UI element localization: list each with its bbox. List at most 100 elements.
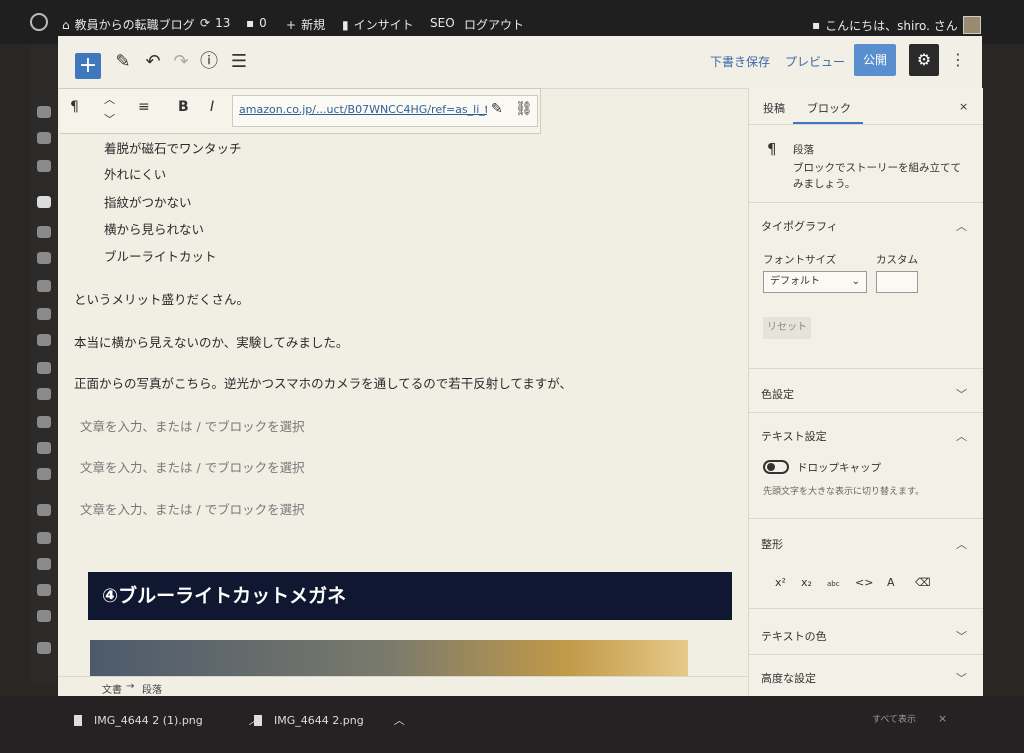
color-settings-toggle[interactable]: 色設定 <box>761 386 794 402</box>
edit-link-icon[interactable]: ✎ <box>491 101 503 117</box>
bold-button[interactable]: B <box>178 99 189 115</box>
text-settings-toggle[interactable]: テキスト設定 <box>761 428 827 444</box>
updates-link[interactable]: ⟳ 13 <box>200 16 230 30</box>
move-down-icon[interactable]: ﹀ <box>104 111 115 127</box>
inline-code-button[interactable]: <> <box>855 576 873 589</box>
strikethrough-button[interactable]: abc <box>827 580 840 588</box>
superscript-button[interactable]: x² <box>775 576 786 589</box>
unlink-icon[interactable]: ⛓ <box>515 101 533 117</box>
chevron-up-icon[interactable]: ︿ <box>956 428 967 444</box>
list-item[interactable]: 横から見られない <box>104 219 204 238</box>
italic-button[interactable]: I <box>210 99 214 115</box>
list-item[interactable]: 着脱が磁石でワンタッチ <box>104 138 242 157</box>
formatting-section-toggle[interactable]: 整形 <box>761 536 783 552</box>
list-item[interactable]: 外れにくい <box>104 164 166 183</box>
list-item[interactable]: ブルーライトカット <box>104 246 217 265</box>
chevron-down-icon[interactable]: ﹀ <box>956 670 967 686</box>
clear-format-button[interactable]: ⌫ <box>915 576 931 589</box>
more-options-icon[interactable]: ⋮ <box>950 50 966 69</box>
pages-menu-icon[interactable] <box>37 252 51 264</box>
comments-link[interactable]: ▪ 0 <box>246 16 267 30</box>
plugin-menu-icon[interactable] <box>37 160 51 172</box>
appearance-menu-icon[interactable] <box>37 504 51 516</box>
tools-menu-icon[interactable] <box>37 584 51 596</box>
settings2-menu-icon[interactable] <box>37 610 51 622</box>
advanced-section-toggle[interactable]: 高度な設定 <box>761 670 816 686</box>
paragraph-block[interactable]: 本当に横から見えないのか、実験してみました。 <box>74 332 348 351</box>
subscript-button[interactable]: x₂ <box>801 576 812 589</box>
show-all-button[interactable]: すべて表示 <box>872 712 916 725</box>
empty-paragraph-placeholder[interactable]: 文章を入力、または / でブロックを選択 <box>80 499 305 518</box>
tab-block[interactable]: ブロック <box>807 100 851 116</box>
tab-post[interactable]: 投稿 <box>763 100 785 116</box>
image-block[interactable] <box>90 640 688 680</box>
divider <box>749 518 983 519</box>
empty-paragraph-placeholder[interactable]: 文章を入力、または / でブロックを選択 <box>80 457 305 476</box>
code-menu-icon[interactable] <box>37 334 51 346</box>
table-menu-icon[interactable] <box>37 468 51 480</box>
undo-icon[interactable]: ↶ <box>140 49 166 75</box>
publish-button[interactable]: 公開 <box>854 44 896 76</box>
site-name-link[interactable]: ⌂ 教員からの転職ブログ <box>62 16 195 33</box>
gear-menu-icon[interactable] <box>37 388 51 400</box>
close-panel-icon[interactable]: × <box>959 100 968 113</box>
text-color-button[interactable]: A <box>887 576 895 589</box>
collapse-menu-icon[interactable] <box>37 642 51 654</box>
text-color-section-toggle[interactable]: テキストの色 <box>761 628 827 644</box>
breadcrumb-document[interactable]: 文書 <box>102 681 122 696</box>
breadcrumb-paragraph[interactable]: 段落 <box>142 681 162 696</box>
comments-menu-icon[interactable] <box>37 416 51 428</box>
users-menu-icon[interactable] <box>37 558 51 570</box>
chevron-down-icon[interactable]: ﹀ <box>956 386 967 402</box>
reset-button[interactable]: リセット <box>763 317 811 339</box>
list-view-icon[interactable]: ☰ <box>226 49 252 75</box>
typography-section-toggle[interactable]: タイポグラフィ <box>761 218 838 234</box>
redo-icon[interactable]: ↷ <box>168 49 194 75</box>
posts-menu-icon[interactable] <box>37 196 51 208</box>
settings-sidebar: 投稿 ブロック × ¶ 段落 ブロックでストーリーを組み立てて みましょう。 タ… <box>748 88 983 696</box>
logout-link[interactable]: ログアウト <box>464 16 524 33</box>
save-draft-button[interactable]: 下書き保存 <box>710 53 770 70</box>
info-icon[interactable]: ⓘ <box>196 49 222 75</box>
list-item[interactable]: 指紋がつかない <box>104 192 192 211</box>
new-content-link[interactable]: + 新規 <box>286 16 325 33</box>
paragraph-block-icon[interactable]: ¶ <box>70 99 79 115</box>
preview-button[interactable]: プレビュー <box>785 53 845 70</box>
align-icon[interactable]: ≡ <box>138 99 150 115</box>
tag-menu-icon[interactable] <box>37 280 51 292</box>
form-menu-icon[interactable] <box>37 442 51 454</box>
divider <box>749 608 983 609</box>
drop-cap-toggle[interactable] <box>763 460 789 474</box>
paragraph-block[interactable]: というメリット盛りだくさん。 <box>74 289 249 308</box>
font-size-select[interactable]: デフォルト ⌄ <box>763 271 867 293</box>
chevron-up-icon[interactable]: ︿ <box>956 218 967 234</box>
block-description: ブロックでストーリーを組み立てて <box>793 162 961 174</box>
heading-block[interactable]: ④ブルーライトカットメガネ <box>88 572 732 620</box>
download-item[interactable]: IMG_4644 2 (1).png ︿ <box>74 712 260 728</box>
paragraph-block[interactable]: 正面からの写真がこちら。逆光かつスマホのカメラを通してるので若干反射してますが、 <box>74 373 572 392</box>
settings-menu-icon[interactable] <box>37 132 51 144</box>
chevron-up-icon[interactable]: ︿ <box>956 536 967 552</box>
custom-font-size-input[interactable] <box>876 271 918 293</box>
add-block-button[interactable]: + <box>75 53 101 79</box>
chevron-down-icon: ⌄ <box>851 276 860 287</box>
archive-menu-icon[interactable] <box>37 308 51 320</box>
media-menu-icon[interactable] <box>37 226 51 238</box>
chevron-down-icon[interactable]: ﹀ <box>956 628 967 644</box>
empty-paragraph-placeholder[interactable]: 文章を入力、または / でブロックを選択 <box>80 416 305 435</box>
dashboard-icon[interactable] <box>37 106 51 118</box>
pencil-icon[interactable]: ✎ <box>110 49 136 75</box>
download-item[interactable]: IMG_4644 2.png ︿ <box>254 712 405 728</box>
settings-gear-icon[interactable]: ⚙ <box>909 44 939 76</box>
insight-link[interactable]: ▮ インサイト <box>342 16 414 33</box>
close-download-bar-icon[interactable]: × <box>938 712 947 725</box>
plugins-menu-icon[interactable] <box>37 532 51 544</box>
feedback-menu-icon[interactable] <box>37 362 51 374</box>
bar-chart-icon: ▮ <box>342 17 349 32</box>
chevron-up-icon[interactable]: ︿ <box>394 712 405 728</box>
wordpress-logo-icon[interactable] <box>30 13 48 31</box>
link-url[interactable]: amazon.co.jp/...uct/B07WNCC4HG/ref=as_li… <box>239 103 487 116</box>
move-up-icon[interactable]: ︿ <box>104 91 115 107</box>
account-link[interactable]: ▪ こんにちは、shiro. さん <box>812 16 981 34</box>
seo-link[interactable]: SEO <box>430 16 455 30</box>
